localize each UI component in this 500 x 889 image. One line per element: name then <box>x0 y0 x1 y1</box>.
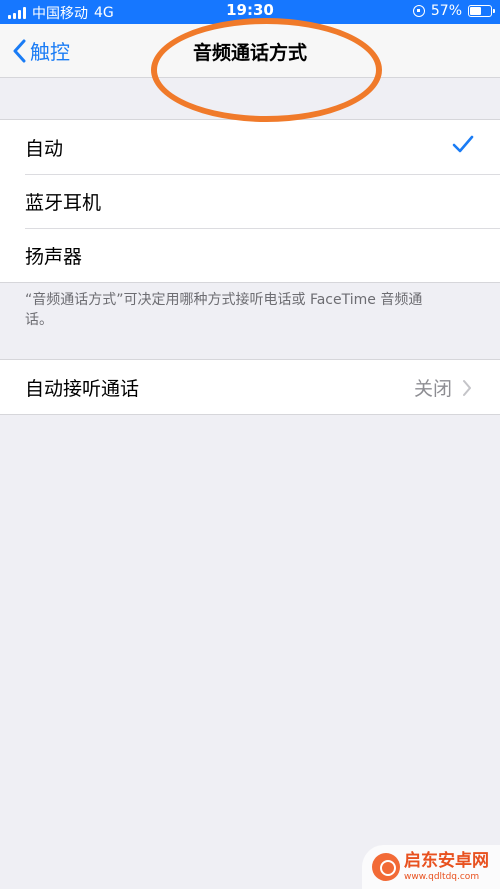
watermark-url: www.qdltdq.com <box>404 871 480 882</box>
page-title: 音频通话方式 <box>192 42 307 64</box>
battery-percent: 57% <box>430 3 462 19</box>
auto-answer-value: 关闭 <box>414 374 472 401</box>
status-bar: 中国移动 4G 19:30 57% <box>0 0 500 24</box>
navigation-bar: 触控 音频通话方式 <box>0 18 500 122</box>
watermark-logo-icon <box>372 853 400 881</box>
option-bluetooth-headset[interactable]: 蓝牙耳机 <box>0 174 500 228</box>
annotation-ellipse <box>151 18 382 122</box>
option-label: 蓝牙耳机 <box>25 191 102 214</box>
call-audio-routing-list: 自动 蓝牙耳机 扬声器 <box>0 119 500 283</box>
chevron-right-icon <box>463 379 471 396</box>
status-right: 57% <box>412 3 495 19</box>
auto-answer-status: 关闭 <box>413 378 452 400</box>
option-auto[interactable]: 自动 <box>0 120 500 174</box>
auto-answer-group: 自动接听通话 关闭 <box>0 359 500 415</box>
option-speaker[interactable]: 扬声器 <box>0 228 500 282</box>
option-label: 自动 <box>25 137 64 160</box>
orientation-lock-icon <box>412 5 425 17</box>
watermark-text: 启东安卓网 www.qdltdq.com <box>404 850 489 882</box>
section-footer-note: “音频通话方式”可决定用哪种方式接听电话或 FaceTime 音频通话。 <box>25 292 423 328</box>
watermark: 启东安卓网 www.qdltdq.com <box>362 845 500 889</box>
watermark-title: 启东安卓网 <box>404 850 489 871</box>
option-label: 扬声器 <box>25 245 83 268</box>
battery-icon <box>468 5 495 17</box>
checkmark-icon <box>452 135 474 153</box>
auto-answer-label: 自动接听通话 <box>25 377 140 400</box>
auto-answer-row[interactable]: 自动接听通话 关闭 <box>0 360 500 414</box>
